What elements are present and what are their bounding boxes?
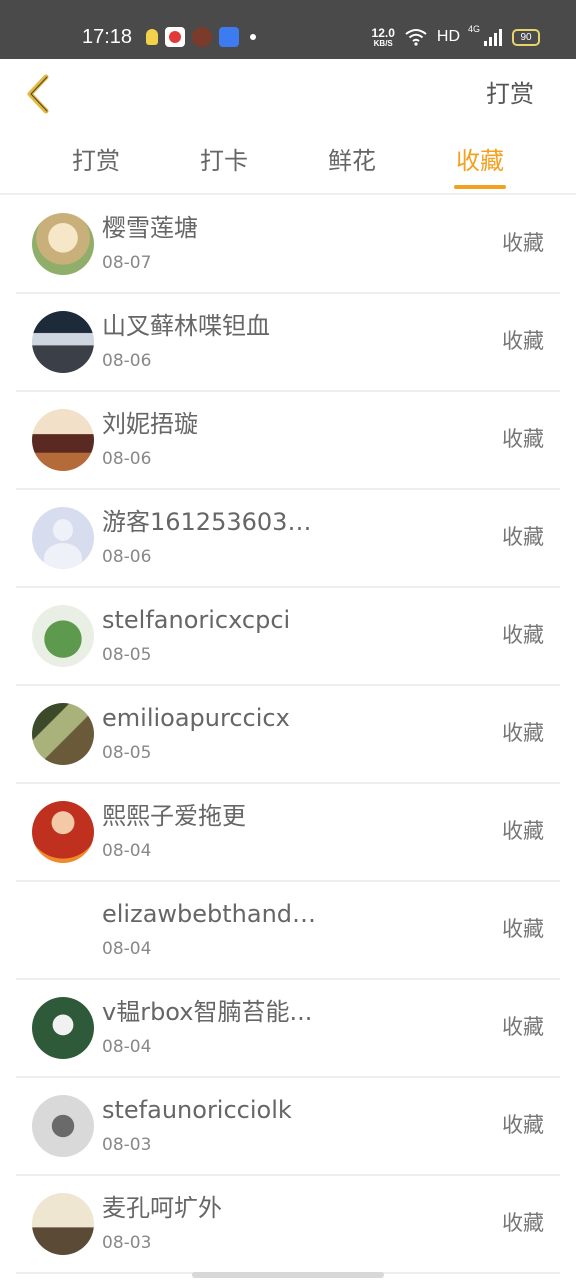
record-date: 08-06 [102,351,152,371]
record-type: 收藏 [502,231,544,255]
avatar[interactable] [32,899,94,961]
user-name: stelfanoricxcpci [102,606,291,634]
avatar[interactable] [32,1193,94,1255]
message-app-icon [219,27,239,47]
avatar[interactable] [32,605,94,667]
avatar[interactable] [32,311,94,373]
bulb-icon [146,29,158,45]
user-silhouette-icon [53,519,73,541]
tab-bar: 打赏 打卡 鲜花 收藏 [0,131,576,195]
tab-flowers[interactable]: 鲜花 [328,145,376,177]
user-name: 樱雪莲塘 [102,214,198,242]
tab-favorites[interactable]: 收藏 [456,145,504,177]
record-type: 收藏 [502,427,544,451]
record-date: 08-05 [102,645,152,665]
list-item[interactable]: 山叉藓林喋钽血 08-06 收藏 [16,294,560,392]
user-name: 山叉藓林喋钽血 [102,312,270,340]
record-type: 收藏 [502,721,544,745]
status-right: 12.0 KB/S HD 4G 90 [372,24,540,50]
user-name: emilioapurccicx [102,704,290,732]
avatar[interactable] [32,801,94,863]
record-type: 收藏 [502,329,544,353]
reward-action-button[interactable]: 打赏 [486,79,534,109]
speed-unit: KB/S [373,38,393,48]
list-item[interactable]: 刘妮捂璇 08-06 收藏 [16,392,560,490]
top-bar: 打赏 [0,59,576,131]
user-name: 游客1612536034... [102,508,322,536]
more-notifications-icon [250,34,256,40]
user-name: elizawbebthandgj... [102,900,322,928]
record-type: 收藏 [502,917,544,941]
list-item[interactable]: 麦孔呵圹外 08-03 收藏 [16,1176,560,1274]
status-bar: 17:18 12.0 KB/S HD 4G 90 [0,0,576,59]
record-type: 收藏 [502,525,544,549]
hd-label: HD [436,28,460,45]
avatar[interactable] [32,997,94,1059]
list-item[interactable]: emilioapurccicx 08-05 收藏 [16,686,560,784]
user-name: v韫rbox智腩苔能... [102,998,313,1026]
video-app-icon [165,27,185,47]
record-type: 收藏 [502,819,544,843]
record-type: 收藏 [502,623,544,647]
network-speed: 12.0 KB/S [372,27,395,48]
list-item[interactable]: 熙熙子爱拖更 08-04 收藏 [16,784,560,882]
list-item[interactable]: stelfanoricxcpci 08-05 收藏 [16,588,560,686]
record-date: 08-03 [102,1233,152,1253]
game-app-icon [192,27,212,47]
avatar[interactable] [32,409,94,471]
home-indicator[interactable] [192,1272,384,1278]
record-date: 08-03 [102,1135,152,1155]
avatar[interactable] [32,1095,94,1157]
active-tab-indicator [454,185,506,189]
record-list: 樱雪莲塘 08-07 收藏 山叉藓林喋钽血 08-06 收藏 刘妮捂璇 08-0… [16,196,560,1274]
network-type: 4G [468,24,481,34]
speed-value: 12.0 [371,25,395,40]
record-date: 08-04 [102,939,152,959]
chevron-left-icon[interactable] [20,71,60,117]
list-item[interactable]: 游客1612536034... 08-06 收藏 [16,490,560,588]
avatar[interactable] [32,213,94,275]
record-date: 08-05 [102,743,152,763]
record-date: 08-06 [102,547,152,567]
signal-icon: 4G [468,24,502,46]
user-name: stefaunoricciolk [102,1096,292,1124]
avatar[interactable] [32,703,94,765]
list-item[interactable]: v韫rbox智腩苔能... 08-04 收藏 [16,980,560,1078]
list-item[interactable]: 樱雪莲塘 08-07 收藏 [16,196,560,294]
list-item[interactable]: elizawbebthandgj... 08-04 收藏 [16,882,560,980]
user-name: 刘妮捂璇 [102,410,198,438]
battery-icon: 90 [512,28,540,46]
user-name: 熙熙子爱拖更 [102,802,246,830]
notification-icons [146,26,256,48]
record-date: 08-07 [102,253,152,273]
tab-checkin[interactable]: 打卡 [200,145,248,177]
record-date: 08-04 [102,1037,152,1057]
tab-reward[interactable]: 打赏 [72,145,120,177]
record-date: 08-04 [102,841,152,861]
list-item[interactable]: stefaunoricciolk 08-03 收藏 [16,1078,560,1176]
record-type: 收藏 [502,1113,544,1137]
wifi-icon [405,29,427,46]
record-type: 收藏 [502,1211,544,1235]
status-time: 17:18 [82,26,133,48]
record-type: 收藏 [502,1015,544,1039]
record-date: 08-06 [102,449,152,469]
user-name: 麦孔呵圹外 [102,1194,222,1222]
avatar[interactable] [32,507,94,569]
